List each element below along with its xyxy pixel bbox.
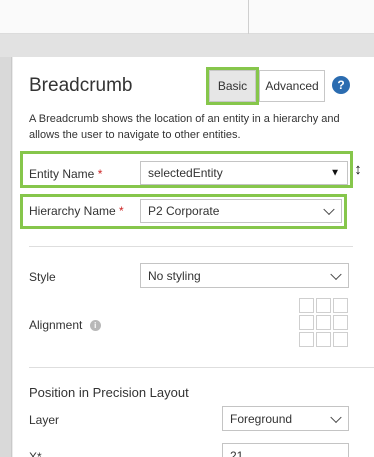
entity-name-label-text: Entity Name	[29, 167, 95, 181]
alignment-cell-top-center[interactable]	[316, 298, 331, 313]
alignment-grid	[299, 298, 349, 348]
position-section-title: Position in Precision Layout	[29, 385, 189, 400]
hierarchy-name-select[interactable]: P2 Corporate	[140, 199, 342, 223]
panel-header-strip	[0, 34, 374, 57]
required-marker: *	[119, 204, 124, 218]
alignment-cell-bottom-left[interactable]	[299, 332, 314, 347]
chevron-down-icon	[330, 411, 342, 423]
alignment-cell-top-right[interactable]	[333, 298, 348, 313]
hierarchy-name-value: P2 Corporate	[148, 204, 220, 218]
required-marker: *	[97, 167, 103, 181]
entity-name-label: Entity Name *	[29, 167, 102, 181]
alignment-cell-bottom-center[interactable]	[316, 332, 331, 347]
style-label: Style	[29, 270, 56, 284]
alignment-cell-top-left[interactable]	[299, 298, 314, 313]
hierarchy-name-label: Hierarchy Name *	[29, 204, 124, 218]
layer-select[interactable]: Foreground	[222, 406, 349, 431]
toolbar-divider	[248, 0, 249, 34]
help-icon[interactable]: ?	[332, 76, 350, 94]
chevron-down-icon	[323, 203, 335, 216]
style-select[interactable]: No styling	[140, 263, 349, 288]
basic-mode-button[interactable]: Basic	[209, 70, 256, 102]
alignment-cell-middle-left[interactable]	[299, 315, 314, 330]
alignment-label: Alignment i	[29, 318, 101, 332]
properties-panel: Breadcrumb Basic Advanced ? A Breadcrumb…	[13, 57, 374, 457]
hierarchy-name-label-text: Hierarchy Name	[29, 204, 116, 218]
entity-name-value: selectedEntity	[148, 166, 223, 180]
section-divider	[29, 246, 353, 247]
x-position-value: 21	[230, 448, 244, 457]
alignment-cell-bottom-right[interactable]	[333, 332, 348, 347]
layer-label: Layer	[29, 413, 60, 427]
panel-left-gutter	[0, 57, 12, 457]
alignment-label-text: Alignment	[29, 318, 83, 332]
panel-description: A Breadcrumb shows the location of an en…	[29, 113, 340, 141]
x-position-label: X*	[29, 450, 42, 457]
alignment-cell-middle-right[interactable]	[333, 315, 348, 330]
x-position-input[interactable]: 21	[222, 443, 349, 457]
style-value: No styling	[148, 268, 201, 283]
advanced-mode-button[interactable]: Advanced	[259, 70, 325, 102]
top-toolbar-area	[0, 0, 374, 34]
dropdown-triangle-icon: ▼	[330, 167, 340, 179]
layer-value: Foreground	[230, 411, 293, 426]
resize-vertical-icon[interactable]: ↕	[352, 160, 364, 180]
chevron-down-icon	[330, 268, 342, 280]
alignment-cell-middle-center[interactable]	[316, 315, 331, 330]
entity-name-select[interactable]: selectedEntity ▼	[140, 161, 348, 185]
info-icon[interactable]: i	[89, 320, 101, 331]
section-divider	[29, 367, 374, 368]
panel-title: Breadcrumb	[29, 75, 133, 96]
